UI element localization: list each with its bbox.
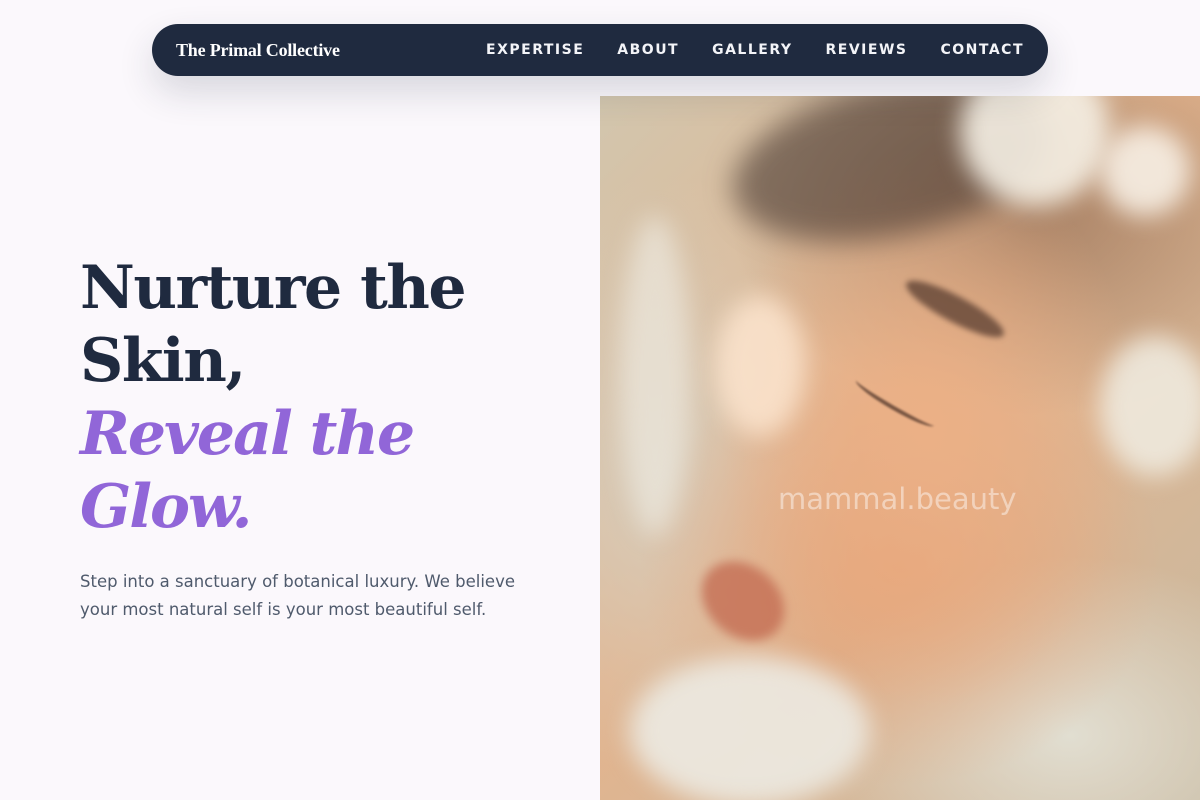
hero-title-accent: Glow. [80,472,253,542]
image-watermark: mammal.beauty [778,482,1017,516]
hero-image-highlight [715,296,805,436]
nav-link-gallery[interactable]: GALLERY [712,42,792,58]
hero-image-eyelash [852,374,938,432]
nav-link-expertise[interactable]: EXPERTISE [486,42,584,58]
nav-links: EXPERTISE ABOUT GALLERY REVIEWS CONTACT [486,42,1024,58]
hero-image-highlight [620,216,690,536]
brand-logo-link[interactable]: The Primal Collective [176,40,340,61]
top-navbar: The Primal Collective EXPERTISE ABOUT GA… [152,24,1048,76]
hero-image: mammal.beauty [600,96,1200,800]
hero-image-lips [686,545,800,657]
hero-title-accent: Reveal the [80,399,415,469]
hero-title-line: Nurture the [80,253,467,323]
hero-title: Nurture the Skin, Reveal the Glow. [80,252,550,544]
hero-image-highlight [630,656,870,800]
nav-link-reviews[interactable]: REVIEWS [826,42,908,58]
hero-image-eyebrow [900,271,1010,347]
hero-subtitle: Step into a sanctuary of botanical luxur… [80,572,515,619]
hero-image-highlight [1100,336,1200,476]
hero-text: Nurture the Skin, Reveal the Glow. Step … [80,252,550,624]
page: The Primal Collective EXPERTISE ABOUT GA… [0,0,1200,800]
nav-link-about[interactable]: ABOUT [617,42,679,58]
hero-image-highlight [1100,126,1190,216]
nav-link-contact[interactable]: CONTACT [940,42,1024,58]
hero-title-line: Skin, [80,326,246,396]
